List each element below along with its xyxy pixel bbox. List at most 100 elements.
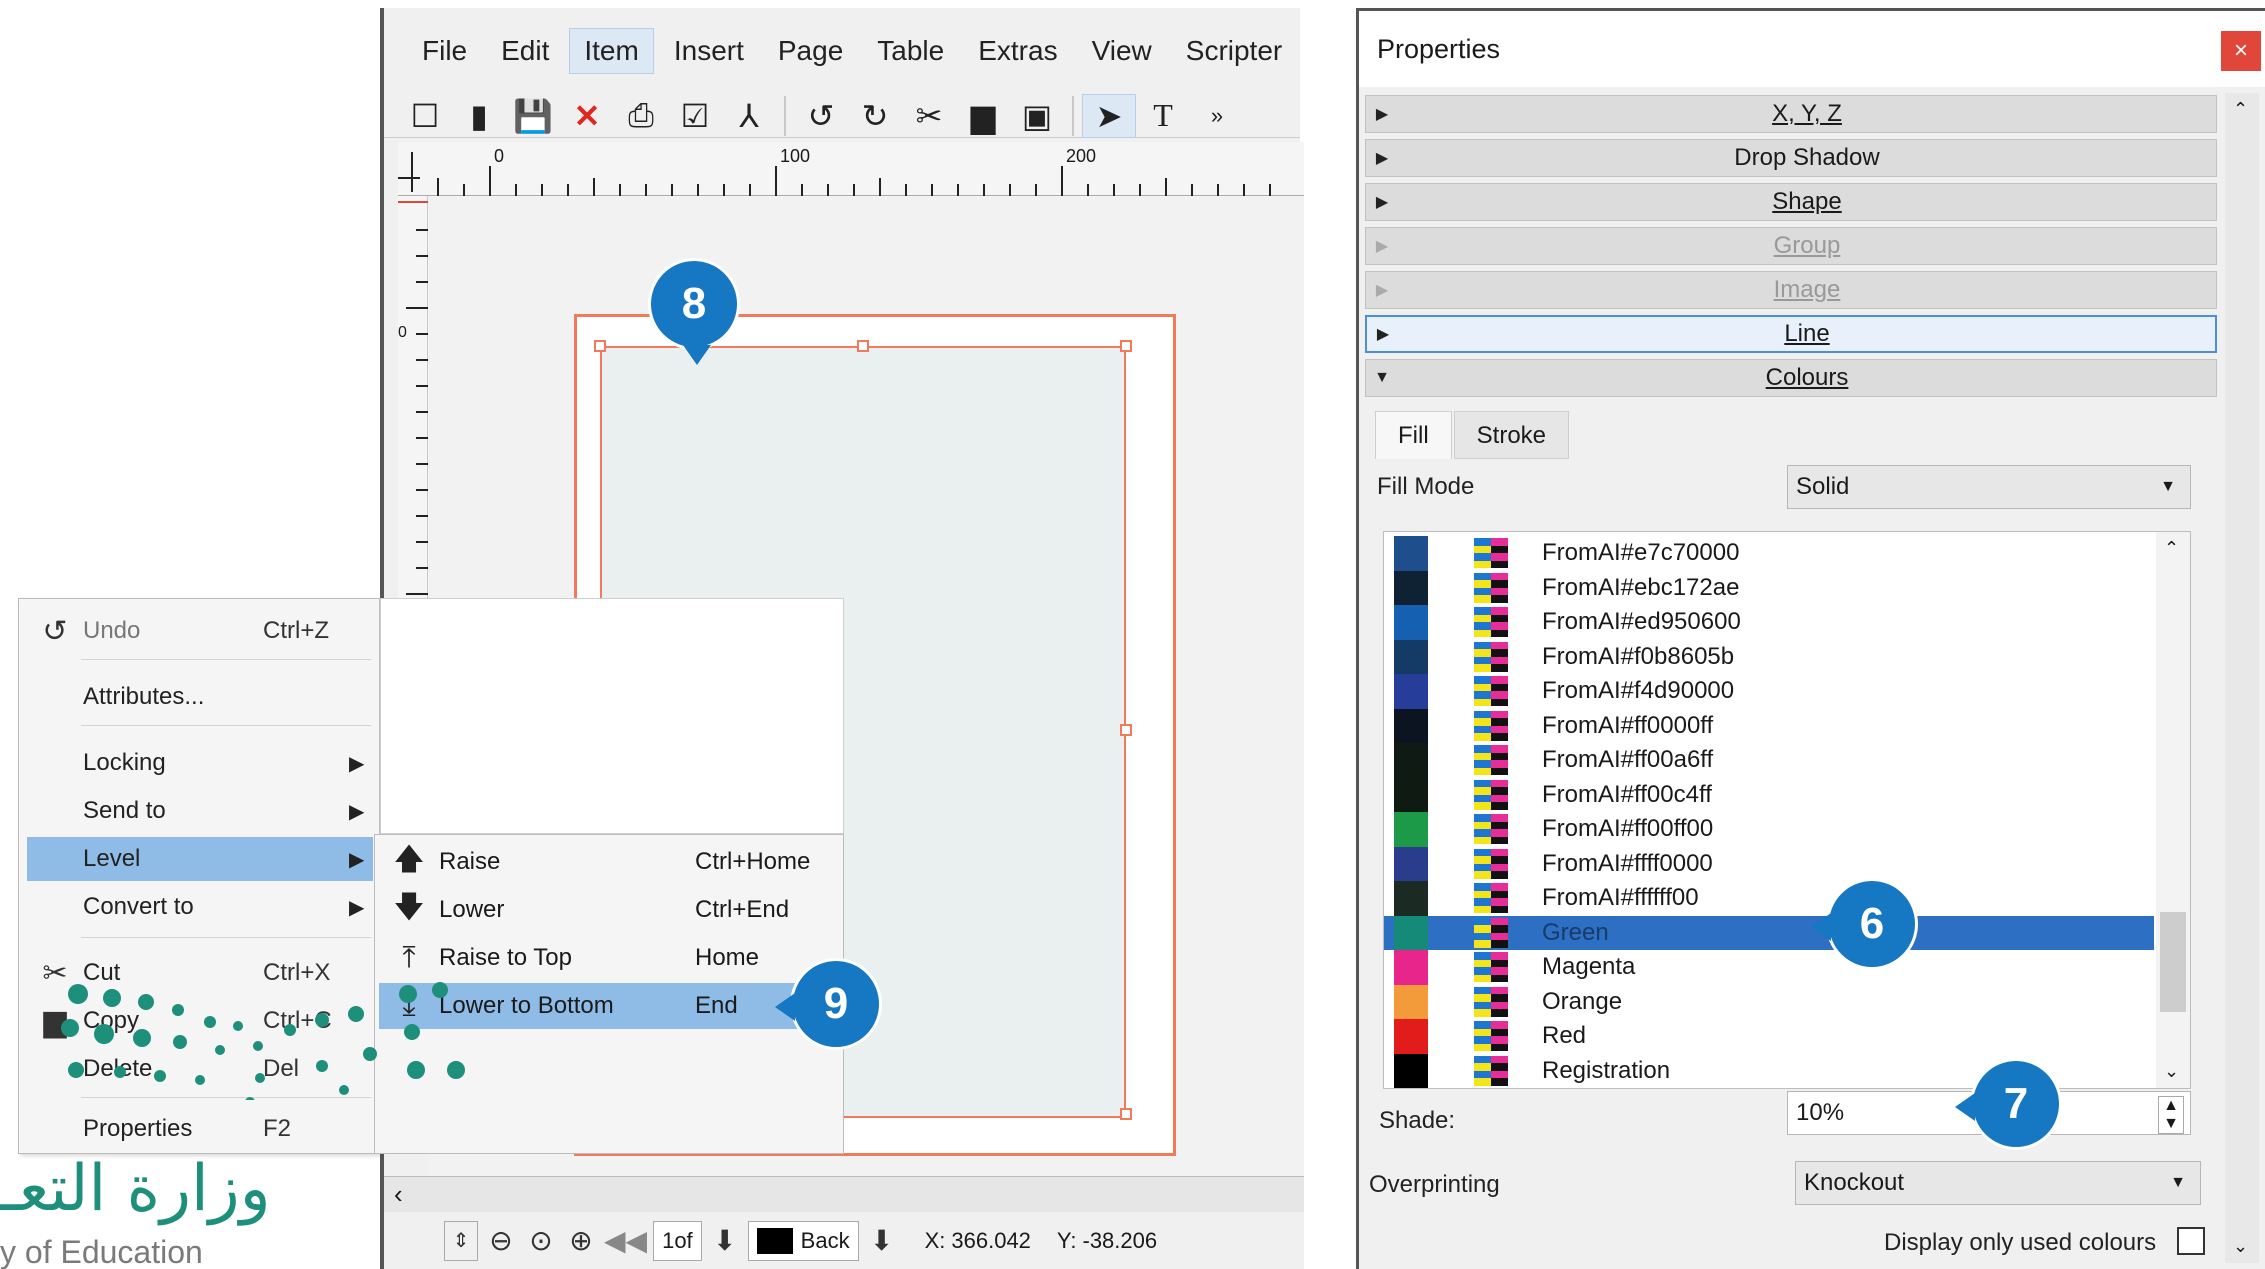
first-page-icon[interactable]: ◀◀ [604,1221,647,1261]
properties-titlebar: Properties × [1359,11,2265,87]
layer-color-swatch [756,1227,793,1254]
scroll-up-icon[interactable]: ⌃ [2164,538,2179,559]
cmyk-indicator-icon [1474,607,1508,638]
properties-scrollbar[interactable]: ⌃ ⌄ [2225,93,2259,1263]
zoom-out-icon[interactable]: ⊖ [484,1221,518,1261]
zoom-stepper-icon[interactable]: ⇕ [444,1220,478,1261]
close-button[interactable]: × [2221,31,2261,71]
colour-list-item[interactable]: FromAI#ff0000ff [1384,708,2154,743]
section-drop-shadow[interactable]: ▶ Drop Shadow [1365,139,2217,177]
menu-page[interactable]: Page [764,29,857,73]
colour-list-scrollbar[interactable]: ⌃ ⌄ [2156,532,2190,1088]
section-shape[interactable]: ▶ Shape [1365,183,2217,221]
new-document-icon[interactable]: ☐ [398,94,452,138]
colour-list-item[interactable]: FromAI#ff00ff00 [1384,812,2154,847]
open-folder-icon[interactable]: ▮ [452,94,506,138]
zoom-in-icon[interactable]: ⊕ [564,1221,598,1261]
colour-swatch [1394,536,1428,571]
colour-list[interactable]: FromAI#e7c70000 FromAI#ebc172ae FromAI#ed9… [1383,531,2191,1089]
zoom-100-icon[interactable]: ⊙ [524,1221,558,1261]
menu-level[interactable]: Level ▶ [27,837,373,881]
colour-list-item[interactable]: Green [1384,915,2154,950]
menu-convert-to[interactable]: Convert to ▶ [27,885,373,929]
submenu-raise-to-top[interactable]: ⤒ Raise to Top Home [379,935,839,981]
menu-properties-label: Properties [83,1115,193,1142]
colour-list-item[interactable]: FromAI#e7c70000 [1384,536,2154,571]
page-number-input[interactable]: 1of [653,1220,702,1261]
colour-swatch [1394,950,1428,985]
preflight-check-icon[interactable]: ☑ [668,94,722,138]
menu-item[interactable]: Item [569,28,654,74]
resize-handle-top-right[interactable] [1120,340,1132,352]
colour-list-item[interactable]: FromAI#f4d90000 [1384,674,2154,709]
undo-icon[interactable]: ↺ [794,94,848,138]
menu-properties[interactable]: Properties F2 [27,1107,373,1151]
section-line[interactable]: ▶ Line [1365,315,2217,353]
menu-file[interactable]: File [408,29,481,73]
submenu-lower[interactable]: 🡇 Lower Ctrl+End [379,887,839,933]
colour-list-item[interactable]: FromAI#ffff0000 [1384,846,2154,881]
colour-list-item[interactable]: Red [1384,1019,2154,1054]
ministry-logo-english: y of Education [0,1234,203,1269]
submenu-raise-shortcut: Ctrl+Home [695,848,811,875]
colour-name: Red [1542,1022,1587,1050]
section-colours[interactable]: ▼ Colours [1365,359,2217,397]
resize-handle-top-middle[interactable] [857,340,869,352]
cut-icon[interactable]: ✂ [902,94,956,138]
menu-scripter[interactable]: Scripter [1172,29,1296,73]
text-frame-icon[interactable]: T [1136,94,1190,138]
resize-handle-top-left[interactable] [594,340,606,352]
menu-locking[interactable]: Locking ▶ [27,741,373,785]
colour-name: FromAI#ff00a6ff [1542,746,1714,774]
close-document-icon[interactable]: ✕ [560,94,614,138]
copy-icon[interactable]: ▆ [956,94,1010,138]
page-dropdown-icon[interactable]: ⬇ [708,1221,742,1261]
resize-handle-bottom-right[interactable] [1120,1108,1132,1120]
save-icon[interactable]: 💾 [506,94,560,138]
colour-list-item[interactable]: FromAI#ff00a6ff [1384,743,2154,778]
menu-send-to[interactable]: Send to ▶ [27,789,373,833]
menu-insert[interactable]: Insert [660,29,758,73]
display-used-colours-checkbox[interactable] [2177,1227,2205,1255]
horizontal-scrollbar[interactable]: ‹ [384,1176,1304,1212]
colour-list-item[interactable]: Magenta [1384,950,2154,985]
scroll-left-icon[interactable]: ‹ [394,1179,403,1210]
paste-icon[interactable]: ▣ [1010,94,1064,138]
overprinting-select[interactable]: Knockout ▼ [1795,1161,2201,1205]
submenu-arrow-icon: ▶ [349,800,365,823]
print-icon[interactable]: ⎙ [614,94,668,138]
redo-icon[interactable]: ↻ [848,94,902,138]
menu-attributes[interactable]: Attributes... [27,675,373,719]
scroll-down-icon[interactable]: ⌄ [2164,1061,2179,1082]
submenu-raise[interactable]: 🡅 Raise Ctrl+Home [379,839,839,885]
scrollbar-thumb[interactable] [2160,912,2186,1012]
layer-dropdown-icon[interactable]: ⬇ [865,1221,899,1261]
tab-fill[interactable]: Fill [1375,411,1452,459]
resize-handle-middle-right[interactable] [1120,724,1132,736]
export-pdf-icon[interactable]: ⅄ [722,94,776,138]
colour-list-item[interactable]: FromAI#ffffff00 [1384,881,2154,916]
menu-extras[interactable]: Extras [964,29,1071,73]
collapse-arrow-icon: ▼ [1374,369,1390,386]
select-arrow-icon[interactable]: ➤ [1082,93,1136,138]
colour-list-item[interactable]: FromAI#ff00c4ff [1384,777,2154,812]
layer-selector[interactable]: Back [747,1220,859,1261]
tab-stroke[interactable]: Stroke [1453,411,1570,459]
menu-edit[interactable]: Edit [487,29,563,73]
section-xyz[interactable]: ▶ X, Y, Z [1365,95,2217,133]
menu-undo[interactable]: ↺ Undo Ctrl+Z [27,609,373,653]
colour-list-item[interactable]: FromAI#ebc172ae [1384,570,2154,605]
fill-mode-select[interactable]: Solid ▼ [1787,465,2191,509]
toolbar-overflow-icon[interactable]: » [1190,94,1244,138]
colour-list-item[interactable]: FromAI#f0b8605b [1384,639,2154,674]
scroll-down-icon[interactable]: ⌄ [2233,1236,2248,1257]
stepper-arrows-icon[interactable]: ▲ ▼ [2158,1096,2184,1134]
colour-list-item[interactable]: Orange [1384,984,2154,1019]
menu-view[interactable]: View [1078,29,1166,73]
colour-list-item[interactable]: FromAI#ed950600 [1384,605,2154,640]
scroll-up-icon[interactable]: ⌃ [2233,99,2248,120]
layer-name: Back [800,1227,850,1253]
colour-tabs: Fill Stroke [1375,411,1571,459]
menu-table[interactable]: Table [863,29,958,73]
expand-arrow-icon: ▶ [1375,282,1389,299]
